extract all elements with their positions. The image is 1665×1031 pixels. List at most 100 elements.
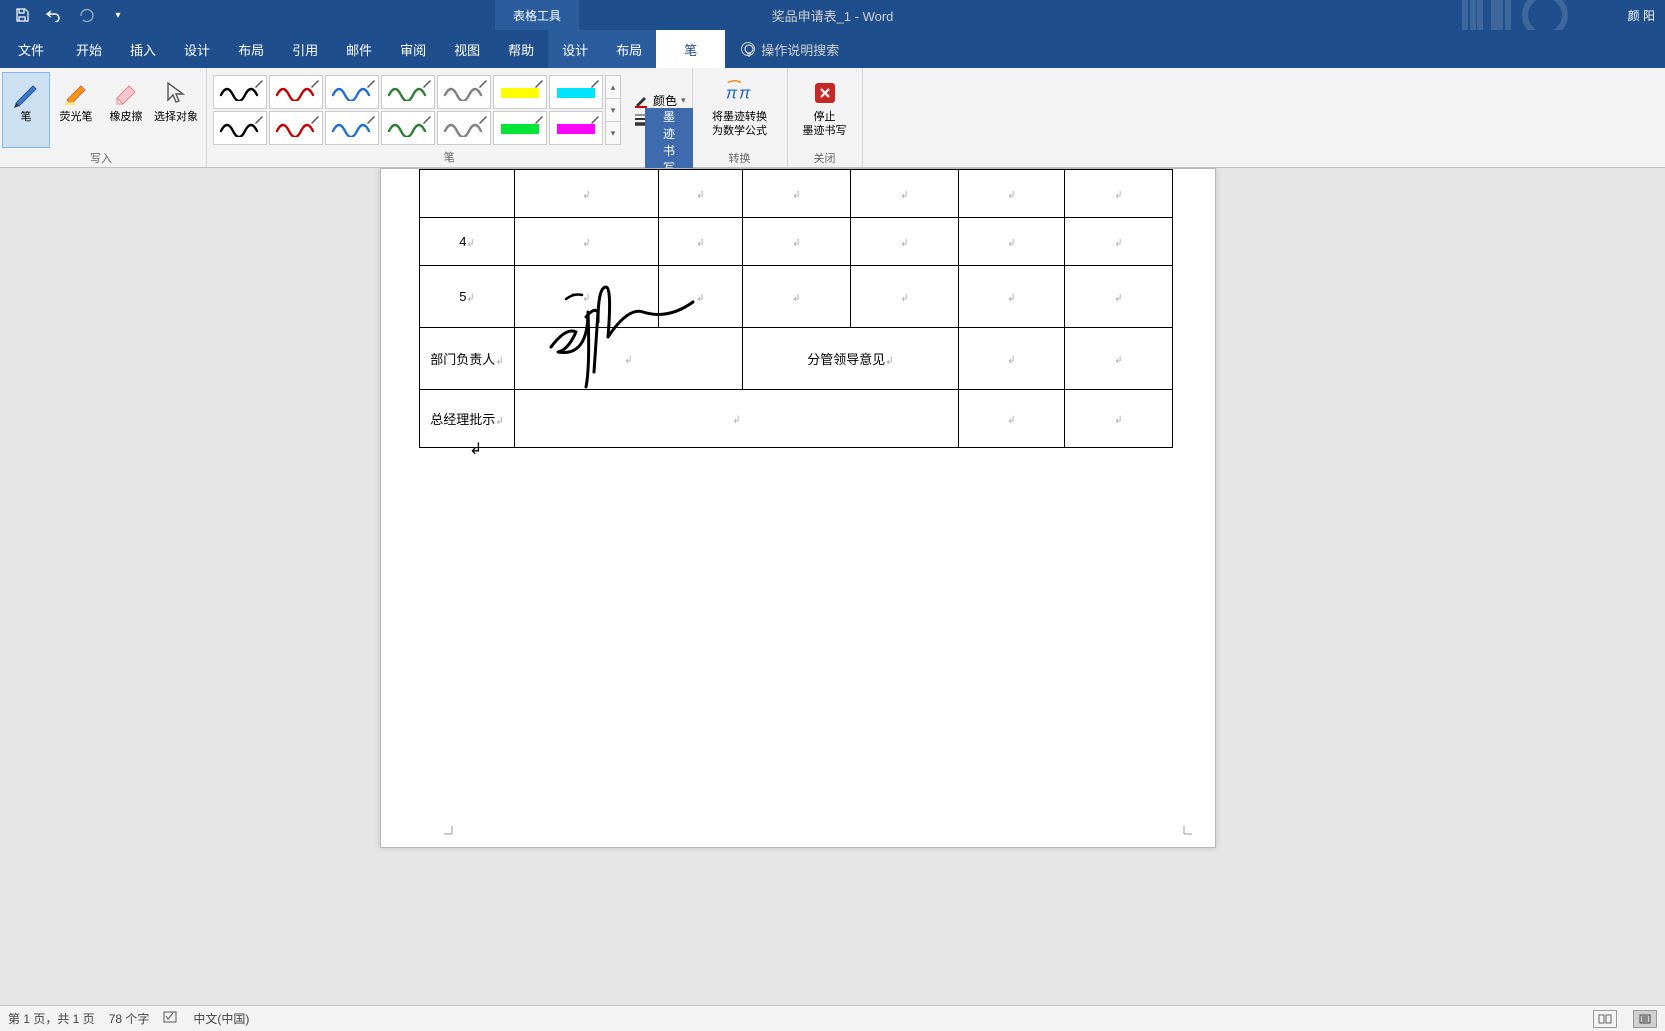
stop-inking-label-1: 停止 (814, 111, 836, 123)
leader-opinion-label: 分管领导意见 (807, 352, 885, 367)
page-margin-marker (1176, 820, 1196, 840)
ribbon-group-write: 笔 荧光笔 橡皮擦 选择对象 写入 (0, 68, 207, 167)
highlighter-tool-label: 荧光笔 (60, 111, 93, 123)
save-button[interactable] (8, 3, 36, 27)
highlighter-tool-button[interactable]: 荧光笔 (52, 72, 100, 148)
pen-format-controls: 颜色 ▾ 粗细 ▾ (633, 92, 686, 128)
ink-to-math-label-2: 为数学公式 (712, 125, 767, 137)
pen-preset[interactable] (213, 75, 267, 109)
select-objects-button[interactable]: 选择对象 (152, 72, 200, 148)
language-status[interactable]: 中文(中国) (193, 1010, 249, 1027)
pen-preset[interactable] (381, 111, 435, 145)
gallery-up-icon[interactable]: ▴ (606, 76, 620, 99)
application-table[interactable]: ↲↲↲↲↲↲ 4↲ ↲↲↲↲↲↲ 5↲ ↲↲↲↲↲↲ 部门负责人↲ ↲ 分管领导… (419, 169, 1173, 448)
context-tab-table-tools: 表格工具 (495, 0, 579, 30)
close-x-icon (809, 77, 841, 109)
tab-file[interactable]: 文件 (0, 30, 62, 68)
ribbon-group-convert: ππ 将墨迹转换 为数学公式 转换 (693, 68, 788, 167)
ribbon-group-write-label: 写入 (2, 148, 200, 166)
pen-thickness-label: 粗细 (653, 111, 677, 128)
pen-thickness-button[interactable]: 粗细 ▾ (633, 111, 686, 128)
document-page[interactable]: ↲↲↲↲↲↲ 4↲ ↲↲↲↲↲↲ 5↲ ↲↲↲↲↲↲ 部门负责人↲ ↲ 分管领导… (380, 168, 1216, 848)
document-title: 奖品申请表_1 - Word (772, 6, 894, 25)
tab-layout[interactable]: 布局 (224, 30, 278, 68)
lightbulb-icon (741, 42, 755, 56)
document-scroll-area[interactable]: ↲↲↲↲↲↲ 4↲ ↲↲↲↲↲↲ 5↲ ↲↲↲↲↲↲ 部门负责人↲ ↲ 分管领导… (0, 168, 1665, 1005)
word-count-status[interactable]: 78 个字 (109, 1010, 150, 1027)
pen-preset[interactable] (325, 75, 379, 109)
ribbon-tabs: 文件 开始 插入 设计 布局 引用 邮件 审阅 视图 帮助 设计 布局 笔 操作… (0, 30, 1665, 68)
pen-preset[interactable] (325, 111, 379, 145)
print-layout-view-button[interactable] (1633, 1010, 1657, 1028)
pen-preset[interactable] (213, 111, 267, 145)
tell-me-label: 操作说明搜索 (761, 40, 839, 59)
paragraph-mark: ↲ (469, 439, 482, 459)
ribbon-group-convert-label: 转换 (699, 148, 781, 166)
tab-review[interactable]: 审阅 (386, 30, 440, 68)
pen-preset[interactable] (437, 111, 491, 145)
status-bar: 第 1 页，共 1 页 78 个字 中文(中国) (0, 1005, 1665, 1031)
ribbon-group-close: 停止 墨迹书写 关闭 (788, 68, 863, 167)
title-bar: ▾ 表格工具 墨迹书写工具 奖品申请表_1 - Word 颜 阳 (0, 0, 1665, 30)
eraser-tool-button[interactable]: 橡皮擦 (102, 72, 150, 148)
pens-gallery-scroll[interactable]: ▴ ▾ ▾ (605, 75, 621, 145)
pen-preset[interactable] (269, 111, 323, 145)
tab-home[interactable]: 开始 (62, 30, 116, 68)
pen-preset[interactable] (437, 75, 491, 109)
ink-to-math-label-1: 将墨迹转换 (712, 111, 767, 123)
page-margin-marker (440, 820, 460, 840)
stop-inking-button[interactable]: 停止 墨迹书写 (794, 72, 856, 148)
table-row: 5↲ ↲↲↲↲↲↲ (420, 266, 1173, 328)
ribbon-group-close-label: 关闭 (794, 148, 856, 166)
qat-customize-button[interactable]: ▾ (104, 3, 132, 27)
table-row: 部门负责人↲ ↲ 分管领导意见↲ ↲ ↲ (420, 328, 1173, 390)
dept-head-label: 部门负责人 (430, 352, 495, 367)
pen-thickness-icon (633, 111, 649, 127)
pen-preset[interactable] (381, 75, 435, 109)
gallery-more-icon[interactable]: ▾ (606, 122, 620, 145)
pen-preset[interactable] (269, 75, 323, 109)
highlighter-preset[interactable] (493, 75, 547, 109)
pen-tool-button[interactable]: 笔 (2, 72, 50, 148)
tab-design[interactable]: 设计 (170, 30, 224, 68)
pens-gallery (213, 75, 603, 145)
table-row: 4↲ ↲↲↲↲↲↲ (420, 218, 1173, 266)
pen-tool-label: 笔 (21, 111, 32, 123)
read-mode-view-button[interactable] (1593, 1010, 1617, 1028)
svg-text:π: π (725, 84, 737, 103)
title-bar-decoration (1345, 0, 1605, 30)
dropdown-icon: ▾ (681, 95, 686, 106)
tab-context-design[interactable]: 设计 (548, 30, 602, 68)
dropdown-icon: ▾ (681, 114, 686, 125)
ink-to-math-button[interactable]: ππ 将墨迹转换 为数学公式 (699, 72, 781, 148)
gallery-down-icon[interactable]: ▾ (606, 99, 620, 122)
undo-button[interactable] (40, 3, 68, 27)
proofing-icon[interactable] (163, 1010, 179, 1027)
tell-me-search[interactable]: 操作说明搜索 (725, 30, 839, 68)
tab-pen[interactable]: 笔 (656, 30, 725, 68)
highlighter-preset[interactable] (493, 111, 547, 145)
redo-button[interactable] (72, 3, 100, 27)
tab-view[interactable]: 视图 (440, 30, 494, 68)
ribbon-group-pens-label: 笔 (213, 147, 686, 165)
ribbon-group-pens: ▴ ▾ ▾ 颜色 ▾ 粗细 ▾ 笔 (207, 68, 693, 167)
pen-color-label: 颜色 (653, 92, 677, 109)
tab-references[interactable]: 引用 (278, 30, 332, 68)
highlighter-preset[interactable] (549, 75, 603, 109)
svg-text:π: π (739, 84, 751, 103)
table-row: ↲↲↲↲↲↲ (420, 170, 1173, 218)
user-name[interactable]: 颜 阳 (1628, 7, 1655, 24)
tab-insert[interactable]: 插入 (116, 30, 170, 68)
pen-color-button[interactable]: 颜色 ▾ (633, 92, 686, 109)
gm-approve-label: 总经理批示 (430, 412, 495, 427)
tab-mailings[interactable]: 邮件 (332, 30, 386, 68)
tab-context-layout[interactable]: 布局 (602, 30, 656, 68)
ribbon: 笔 荧光笔 橡皮擦 选择对象 写入 ▴ ▾ ▾ (0, 68, 1665, 168)
select-objects-label: 选择对象 (154, 111, 198, 123)
math-icon: ππ (724, 77, 756, 109)
highlighter-preset[interactable] (549, 111, 603, 145)
contextual-tab-labels: 表格工具 墨迹书写工具 (495, 0, 579, 30)
tab-help[interactable]: 帮助 (494, 30, 548, 68)
eraser-tool-label: 橡皮擦 (110, 111, 143, 123)
page-number-status[interactable]: 第 1 页，共 1 页 (8, 1010, 95, 1027)
